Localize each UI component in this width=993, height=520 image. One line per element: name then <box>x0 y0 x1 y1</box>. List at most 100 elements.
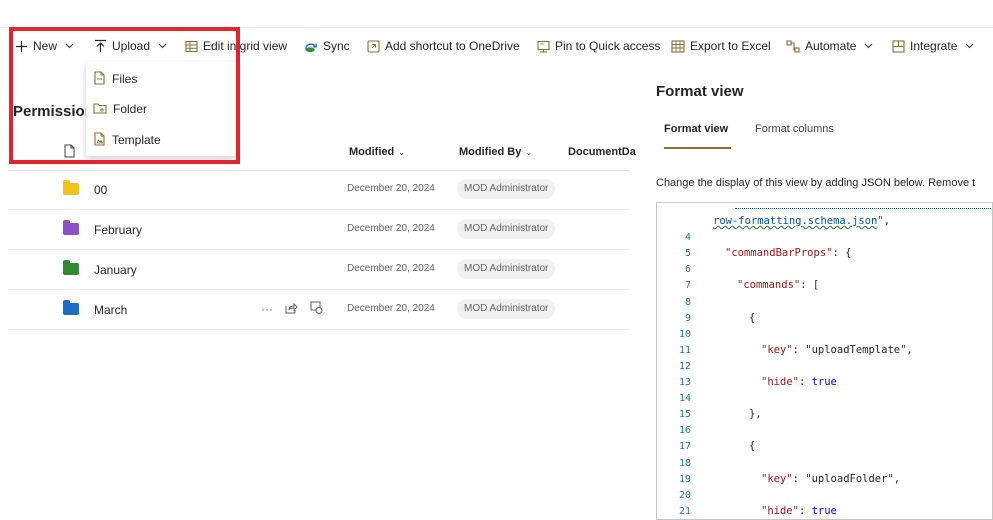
menu-item-folder[interactable]: Folder <box>86 94 236 124</box>
excel-icon <box>671 39 685 53</box>
line-number: 7 <box>684 280 691 292</box>
automate-label: Automate <box>805 39 857 53</box>
top-divider <box>0 27 993 28</box>
template-icon <box>93 131 106 149</box>
code-line: "hide": true <box>761 504 837 517</box>
sync-button[interactable]: Sync <box>304 30 350 62</box>
new-button[interactable]: New <box>14 30 74 62</box>
menu-item-files[interactable]: Files <box>86 64 236 94</box>
file-type-column-header[interactable] <box>64 144 75 161</box>
row-modified: December 20, 2024 <box>347 183 435 194</box>
table-row[interactable]: 00 December 20, 2024 MOD Administrator <box>8 170 630 210</box>
folder-icon <box>63 180 79 195</box>
add-shortcut-label: Add shortcut to OneDrive <box>385 39 520 53</box>
line-number: 19 <box>678 473 691 485</box>
shortcut-icon <box>366 39 380 53</box>
chevron-down-icon <box>65 41 74 51</box>
panel-description: Change the display of this view by addin… <box>656 177 976 189</box>
row-name[interactable]: January <box>94 263 137 277</box>
clipped-line <box>735 203 992 209</box>
row-modified-by[interactable]: MOD Administrator <box>457 299 556 319</box>
document-icon <box>64 144 75 161</box>
menu-item-label: Folder <box>113 102 148 116</box>
tab-format-columns[interactable]: Format columns <box>755 123 834 135</box>
upload-arrow-icon <box>93 39 107 53</box>
page-title: Permission <box>13 103 94 120</box>
row-modified: December 20, 2024 <box>347 263 435 274</box>
integrate-button[interactable]: Integrate <box>891 30 974 62</box>
table-row[interactable]: February December 20, 2024 MOD Administr… <box>8 210 630 250</box>
line-number: 14 <box>678 393 691 405</box>
table-row[interactable]: January December 20, 2024 MOD Administra… <box>8 250 630 290</box>
menu-item-template[interactable]: Template <box>86 125 236 155</box>
line-number: 17 <box>678 441 691 453</box>
sync-icon <box>304 39 318 53</box>
row-modified: December 20, 2024 <box>347 303 435 314</box>
line-number: 10 <box>678 328 691 340</box>
modified-column-header[interactable]: Modified ⌄ <box>349 146 405 158</box>
line-number: 15 <box>678 409 691 421</box>
code-line: "hide": true <box>761 376 837 388</box>
line-number: 9 <box>684 312 691 324</box>
folder-icon <box>63 300 79 315</box>
table-row[interactable]: March ··· December 20, 2024 MOD Administ… <box>8 290 630 330</box>
row-modified-by[interactable]: MOD Administrator <box>457 259 556 279</box>
code-line: row-formatting.schema.json", <box>713 215 891 227</box>
share-icon[interactable] <box>285 302 298 317</box>
line-number: 8 <box>684 296 691 308</box>
line-number: 5 <box>684 248 691 260</box>
line-number: 21 <box>678 505 691 517</box>
row-modified-by[interactable]: MOD Administrator <box>457 179 556 199</box>
active-tab-indicator <box>664 147 731 149</box>
plus-icon <box>14 39 28 53</box>
modified-by-header-label: Modified By <box>459 146 522 158</box>
more-options-icon[interactable]: ··· <box>261 302 273 316</box>
json-code-editor[interactable]: row-formatting.schema.json", 4 5 "commandBa… <box>656 202 993 520</box>
code-line: }, <box>749 408 762 421</box>
row-modified-by[interactable]: MOD Administrator <box>457 219 556 239</box>
document-header-label: DocumentDa <box>568 146 636 158</box>
chevron-down-icon: ⌄ <box>398 147 405 157</box>
panel-title: Format view <box>656 83 744 100</box>
integrate-label: Integrate <box>910 39 958 53</box>
export-excel-button[interactable]: Export to Excel <box>671 30 771 62</box>
menu-item-label: Files <box>112 72 138 86</box>
modified-by-column-header[interactable]: Modified By ⌄ <box>459 146 532 158</box>
upload-label: Upload <box>112 39 151 53</box>
grid-icon <box>184 39 198 53</box>
add-shortcut-button[interactable]: Add shortcut to OneDrive <box>366 30 520 62</box>
upload-menu: Files Folder Template <box>86 62 236 156</box>
folder-icon <box>63 260 79 275</box>
code-line: "commandBarProps": { <box>725 247 852 260</box>
pin-quick-label: Pin to Quick access <box>555 39 661 53</box>
upload-button[interactable]: Upload <box>93 30 167 62</box>
format-view-panel: Format view Format view Format columns C… <box>640 62 993 520</box>
integrate-icon <box>891 39 905 53</box>
edit-grid-button[interactable]: Edit in grid view <box>184 30 287 62</box>
line-number: 13 <box>678 377 691 388</box>
line-number: 16 <box>678 425 691 437</box>
row-name[interactable]: 00 <box>94 183 107 197</box>
row-actions: ··· <box>261 301 323 317</box>
document-column-header[interactable]: DocumentDa <box>568 146 636 158</box>
code-line: { <box>749 311 756 324</box>
automate-button[interactable]: Automate <box>786 30 873 62</box>
chevron-down-icon <box>158 41 167 51</box>
code-line: "commands": [ <box>737 279 820 292</box>
line-number: 11 <box>678 344 691 356</box>
code-line: "key": "uploadTemplate", <box>761 343 913 356</box>
folder-outline-icon <box>93 102 107 117</box>
tab-format-view[interactable]: Format view <box>664 123 728 135</box>
chevron-down-icon <box>864 41 873 51</box>
new-label: New <box>33 39 58 53</box>
row-name[interactable]: February <box>94 223 142 237</box>
line-number: 4 <box>684 232 691 244</box>
chevron-down-icon <box>965 41 974 51</box>
pin-quick-access-button[interactable]: Pin to Quick access <box>536 30 660 62</box>
line-number: 6 <box>684 264 691 276</box>
row-name[interactable]: March <box>94 303 127 317</box>
modified-header-label: Modified <box>349 146 395 158</box>
activity-icon[interactable] <box>310 301 323 317</box>
chevron-down-icon: ⌄ <box>525 147 533 157</box>
file-icon <box>93 70 106 88</box>
